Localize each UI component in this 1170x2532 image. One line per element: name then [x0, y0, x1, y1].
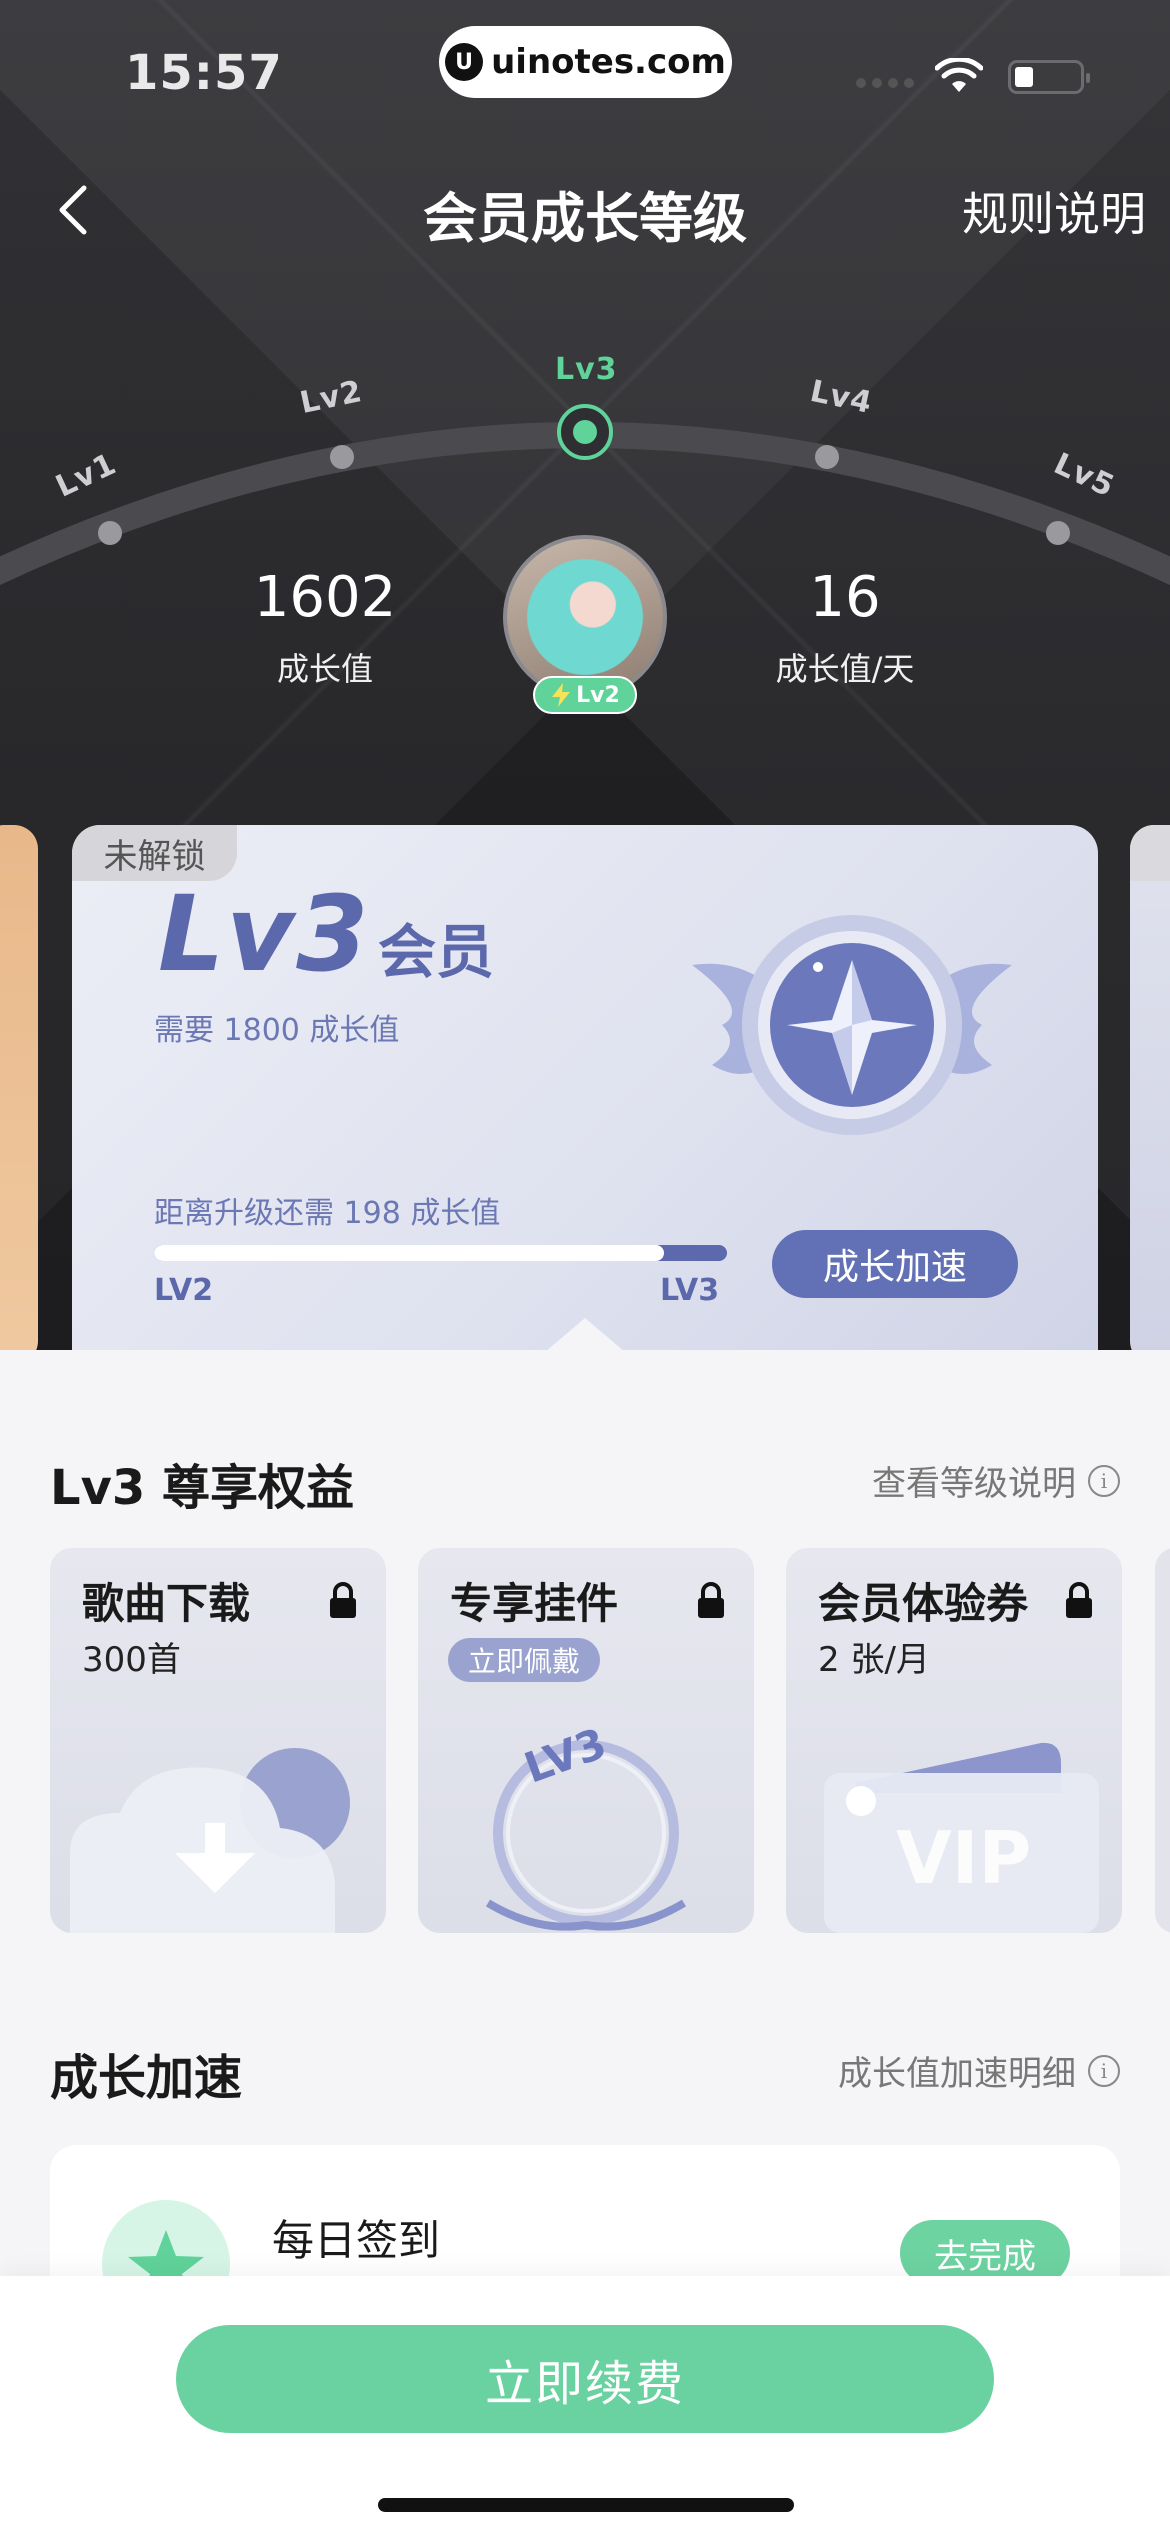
card-pointer: [545, 1318, 625, 1352]
level-card: 未解锁 Lv3 会员 需要 1800 成长值 距离升级还需 198 成长值 LV…: [72, 825, 1098, 1385]
home-indicator[interactable]: [378, 2498, 794, 2512]
boost-detail-text: 成长值加速明细: [838, 2054, 1076, 2094]
watermark-logo-icon: U: [445, 43, 484, 81]
lock-icon: [330, 1582, 356, 1618]
daily-growth-value: 16: [809, 565, 881, 630]
level-node-lv5: [1046, 521, 1070, 545]
level-card-member: 会员: [378, 918, 495, 986]
frame-lv3-text: LV3: [518, 1718, 612, 1792]
daily-growth-label: 成长值/天: [775, 650, 915, 688]
wear-now-chip[interactable]: 立即佩戴: [448, 1638, 601, 1682]
bottom-bar: 立即续费: [0, 2276, 1170, 2532]
boost-title: 成长加速: [50, 2050, 243, 2106]
level-node-lv2: [330, 445, 354, 469]
lock-icon: [1066, 1582, 1092, 1618]
boost-detail-link[interactable]: 成长值加速明细 i: [838, 2046, 1120, 2095]
level-remaining: 距离升级还需 198 成长值: [154, 1196, 501, 1231]
cloud-download-icon: [70, 1748, 350, 1933]
signal-icon: [856, 78, 914, 88]
benefit-card-download[interactable]: 歌曲下载 300首: [50, 1548, 386, 1933]
watermark-text: uinotes.com: [491, 42, 726, 82]
benefit-title: 专享挂件: [450, 1579, 619, 1628]
watermark-badge: U uinotes.com: [439, 26, 732, 98]
level-requirement: 需要 1800 成长值: [154, 1013, 400, 1048]
growth-value: 1602: [253, 565, 397, 630]
growth-boost-button[interactable]: 成长加速: [772, 1230, 1018, 1298]
level-progress-bar: [154, 1245, 727, 1261]
benefit-title: 歌曲下载: [82, 1579, 251, 1628]
nav-bar: 会员成长等级 规则说明: [0, 160, 1170, 260]
wifi-icon: [935, 58, 983, 92]
vip-text: VIP: [896, 1816, 1031, 1900]
benefits-title: Lv3 尊享权益: [50, 1460, 354, 1516]
level-node-lv4: [815, 445, 839, 469]
benefit-title: 会员体验券: [818, 1579, 1029, 1628]
info-icon: i: [1088, 2054, 1120, 2087]
avatar[interactable]: [503, 535, 667, 699]
level-node-lv3-inner: [573, 420, 597, 444]
growth-value-stat: 1602 成长值: [225, 566, 425, 690]
daily-growth-stat: 16 成长值/天: [745, 566, 945, 690]
info-icon: i: [1088, 1464, 1120, 1497]
level-medal-icon: [692, 915, 1012, 1135]
benefit-card-pendant[interactable]: 专享挂件 立即佩戴 LV3: [418, 1548, 754, 1933]
level-progress-fill: [154, 1245, 664, 1261]
renew-button[interactable]: 立即续费: [176, 2325, 994, 2433]
prev-level-card[interactable]: [0, 825, 38, 1365]
avatar-frame-icon: LV3: [485, 1718, 687, 1931]
progress-to-label: LV3: [660, 1273, 720, 1308]
lightning-icon: [552, 683, 571, 707]
avatar-level-badge: Lv2: [533, 676, 637, 714]
rules-link[interactable]: 规则说明: [962, 178, 1146, 244]
level-card-level: Lv3: [158, 873, 371, 995]
benefit-card-coupon[interactable]: 会员体验券 2 张/月 VIP: [786, 1548, 1122, 1933]
benefit-card-peek[interactable]: [1155, 1548, 1170, 1933]
status-bar: 15:57 U uinotes.com: [0, 0, 1170, 140]
benefit-sub: 300首: [82, 1640, 181, 1680]
avatar-level-text: Lv2: [576, 682, 620, 708]
level-node-lv1: [98, 521, 122, 545]
benefit-sub: 2 张/月: [818, 1640, 930, 1680]
level-explain-text: 查看等级说明: [872, 1464, 1076, 1504]
vip-coupon-icon: VIP: [824, 1742, 1099, 1933]
lock-icon: [698, 1582, 724, 1618]
level-label-lv3: Lv3: [555, 352, 618, 387]
growth-value-label: 成长值: [276, 650, 373, 688]
next-level-card[interactable]: [1130, 825, 1170, 1365]
battery-icon: [1008, 60, 1090, 94]
status-time: 15:57: [125, 45, 283, 101]
task-name: 每日签到: [272, 2216, 441, 2265]
level-explain-link[interactable]: 查看等级说明 i: [872, 1456, 1120, 1505]
progress-from-label: LV2: [154, 1273, 214, 1308]
